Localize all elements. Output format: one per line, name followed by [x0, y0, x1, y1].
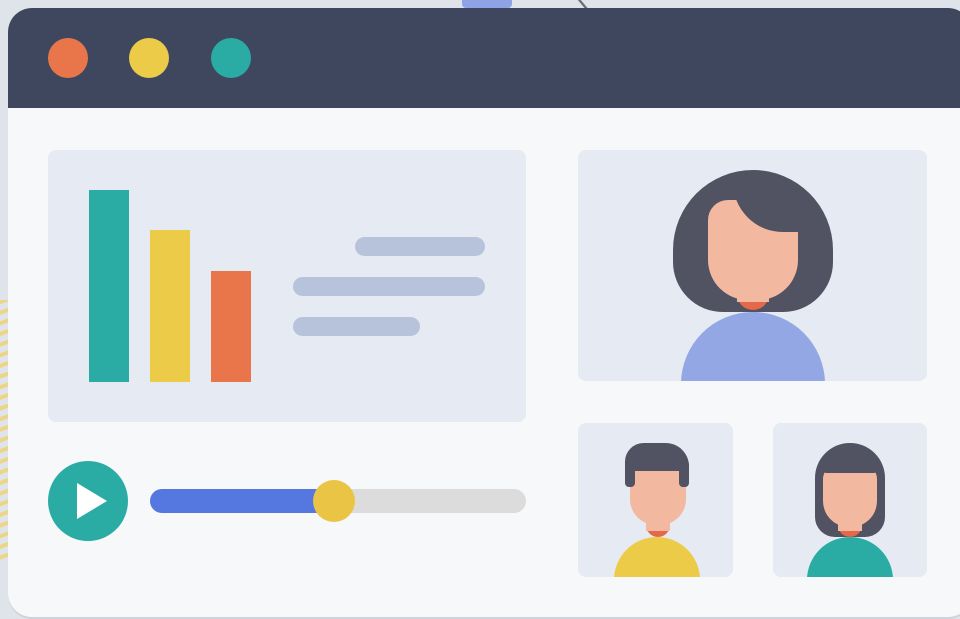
text-placeholder-line-1 — [355, 237, 485, 256]
guest-video-tile-2[interactable] — [773, 423, 927, 577]
chart-bar-3 — [211, 271, 251, 382]
progress-slider-handle[interactable] — [313, 480, 355, 522]
text-placeholder-line-3 — [293, 317, 420, 336]
window-titlebar — [8, 8, 960, 108]
progress-slider[interactable] — [150, 480, 526, 522]
video-call-window — [8, 8, 960, 617]
minimize-window-button[interactable] — [129, 38, 169, 78]
guest-avatar-2 — [806, 443, 894, 577]
host-video-tile[interactable] — [578, 150, 927, 381]
text-placeholder-line-2 — [293, 277, 485, 296]
guest-avatar-1 — [612, 443, 700, 577]
close-window-button[interactable] — [48, 38, 88, 78]
background-tab-decoration — [462, 0, 512, 8]
chart-bar-1 — [89, 190, 129, 382]
maximize-window-button[interactable] — [211, 38, 251, 78]
play-icon — [77, 483, 107, 519]
progress-fill — [150, 489, 334, 513]
chart-bar-2 — [150, 230, 190, 382]
shared-chart-panel — [48, 150, 526, 422]
guest-video-tile-1[interactable] — [578, 423, 733, 577]
host-avatar — [673, 170, 833, 381]
play-button[interactable] — [48, 461, 128, 541]
